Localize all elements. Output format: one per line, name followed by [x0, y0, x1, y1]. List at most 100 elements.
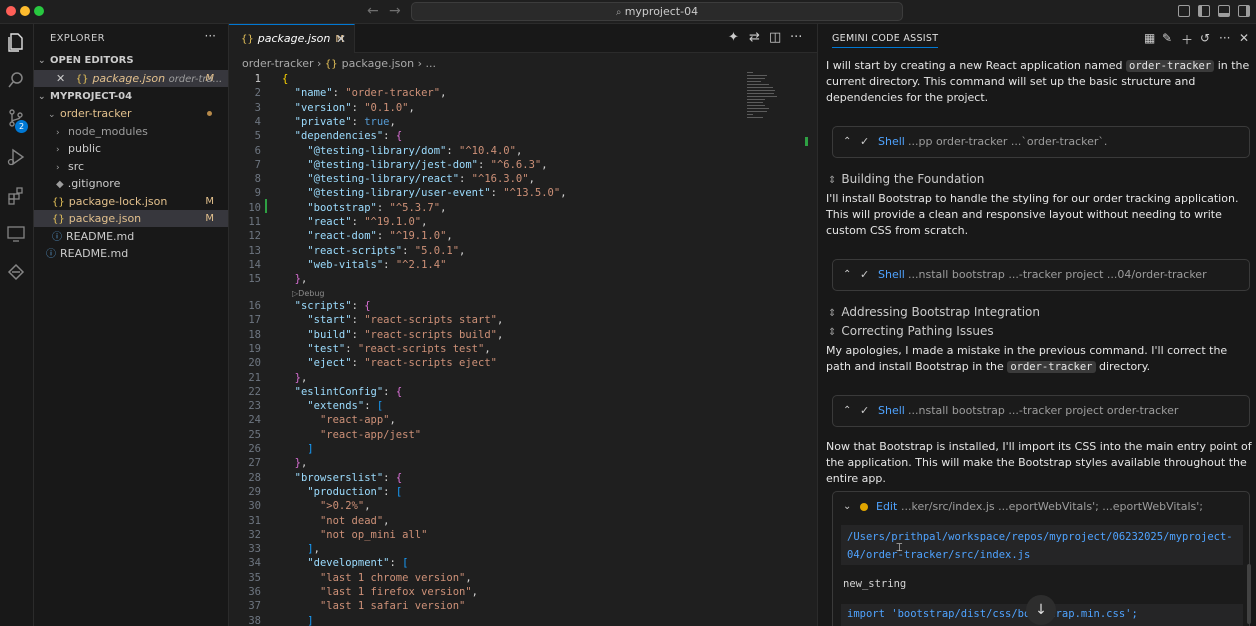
sparkle-icon[interactable]: ✦ — [728, 30, 739, 45]
gemini-code-assist-icon[interactable] — [5, 262, 27, 284]
run-debug-icon[interactable] — [5, 147, 27, 169]
tab-package-json[interactable]: {} package.json M ✕ — [229, 24, 355, 53]
code-line: "version": "0.1.0", — [294, 101, 415, 114]
thought-heading[interactable]: ⇕ Building the Foundation — [828, 172, 984, 186]
split-editor-icon[interactable]: ◫ — [769, 30, 781, 45]
remote-explorer-icon[interactable] — [5, 224, 27, 246]
explorer-icon[interactable] — [5, 32, 27, 54]
toggle-primary-sidebar-icon[interactable] — [1198, 5, 1210, 17]
breadcrumb: order-tracker › {} package.json › ... — [242, 54, 436, 74]
line-number: 31 — [248, 514, 261, 527]
history-icon[interactable]: ↺ — [1200, 31, 1210, 45]
line-number: 8 — [254, 173, 261, 186]
info-file-icon: ⓘ — [52, 232, 62, 243]
breadcrumb-more[interactable]: ... — [425, 57, 436, 70]
more-actions-icon[interactable]: ··· — [790, 30, 802, 45]
open-editors-header[interactable]: ⌄ OPEN EDITORS — [38, 55, 134, 66]
customize-layout-icon[interactable] — [1178, 5, 1190, 17]
shell-tool-call[interactable]: ⌃ ✓ Shell ...nstall bootstrap ...-tracke… — [832, 259, 1250, 291]
chevron-down-icon: ⌄ — [38, 56, 46, 66]
breadcrumb-file[interactable]: package.json — [342, 57, 414, 70]
expand-icon: ⇕ — [828, 175, 837, 186]
command-center-search[interactable]: ⌕ myproject-04 — [411, 2, 903, 21]
chat-icon[interactable]: ✎ — [1162, 31, 1172, 45]
line-number: 6 — [254, 144, 261, 157]
collapse-icon[interactable]: ⌄ — [843, 492, 851, 522]
file-readme-inner[interactable]: ⓘ README.md — [34, 228, 228, 245]
code-line: "browserslist": { — [294, 471, 403, 484]
edit-tool-header[interactable]: ⌄ Edit ...ker/src/index.js ...eportWebVi… — [833, 492, 1249, 522]
code-line: "web-vitals": "^2.1.4" — [307, 258, 447, 271]
folder-order-tracker[interactable]: ⌄ order-tracker — [34, 105, 228, 122]
line-number: 3 — [254, 101, 261, 114]
code-line: ] — [307, 614, 314, 626]
code-line: "not op_mini all" — [319, 528, 428, 541]
file-package-lock-json[interactable]: {} package-lock.json M — [34, 193, 228, 210]
panel-scrollbar[interactable] — [1247, 564, 1251, 624]
expand-icon[interactable]: ⌃ — [843, 260, 851, 290]
more-actions-icon[interactable]: ··· — [205, 29, 216, 43]
file-package-json[interactable]: {} package.json M — [34, 210, 228, 227]
close-tab-icon[interactable]: ✕ — [336, 25, 346, 53]
close-icon[interactable]: ✕ — [56, 72, 65, 85]
line-number: 2 — [254, 87, 261, 100]
close-icon[interactable]: ✕ — [1239, 31, 1249, 45]
maximize-window-button[interactable] — [34, 6, 44, 16]
shell-tool-call[interactable]: ⌃ ✓ Shell ...pp order-tracker ...`order-… — [832, 126, 1250, 158]
folder-public[interactable]: › public — [34, 140, 228, 157]
search-icon[interactable] — [5, 70, 27, 92]
layout-icon[interactable]: ▦ — [1144, 31, 1155, 45]
line-number: 27 — [248, 457, 261, 470]
check-icon: ✓ — [860, 268, 870, 281]
line-number: 30 — [248, 500, 261, 513]
search-icon: ⌕ — [615, 7, 625, 18]
open-editor-item[interactable]: ✕ {} package.json order-tra... M — [34, 70, 228, 87]
toggle-secondary-sidebar-icon[interactable] — [1238, 5, 1250, 17]
thought-heading[interactable]: ⇕ Addressing Bootstrap Integration — [828, 305, 1040, 319]
line-number: 38 — [248, 614, 261, 626]
line-number: 11 — [248, 216, 261, 228]
thought-heading[interactable]: ⇕ Correcting Pathing Issues — [828, 324, 994, 338]
more-actions-icon[interactable]: ··· — [1219, 31, 1230, 45]
code-line: "development": [ — [307, 557, 409, 570]
line-number: 33 — [248, 543, 261, 556]
code-line: ">0.2%", — [319, 500, 371, 513]
file-gitignore[interactable]: ◆ .gitignore — [34, 175, 228, 192]
folder-node-modules[interactable]: › node_modules — [34, 123, 228, 140]
line-number: 1 — [254, 73, 261, 85]
folder-src[interactable]: › src — [34, 158, 228, 175]
line-number: 15 — [248, 273, 261, 286]
json-file-icon: {} — [52, 197, 65, 208]
panel-title[interactable]: GEMINI CODE ASSIST — [832, 33, 939, 48]
file-readme-root[interactable]: ⓘ README.md — [34, 245, 228, 262]
chevron-right-icon: › — [56, 145, 60, 155]
inline-code: order-tracker — [1126, 60, 1215, 72]
debug-codelens[interactable]: ▷Debug — [292, 288, 324, 300]
minimize-window-button[interactable] — [20, 6, 30, 16]
shell-tool-call[interactable]: ⌃ ✓ Shell ...nstall bootstrap ...-tracke… — [832, 395, 1250, 427]
title-bar: ← → ⌕ myproject-04 — [0, 0, 1256, 24]
project-folder-header[interactable]: ⌄ MYPROJECT-04 — [38, 91, 132, 102]
code-line: "@testing-library/react": "^16.3.0", — [307, 173, 535, 186]
forward-arrow-icon[interactable]: → — [389, 3, 401, 19]
expand-icon[interactable]: ⌃ — [843, 396, 851, 426]
assistant-message: I will start by creating a new React app… — [826, 59, 1250, 104]
back-arrow-icon[interactable]: ← — [367, 3, 379, 19]
close-window-button[interactable] — [6, 6, 16, 16]
minimap[interactable] — [747, 72, 777, 122]
modified-dot — [207, 111, 212, 116]
open-changes-icon[interactable]: ⇄ — [749, 30, 760, 45]
expand-icon: ⇕ — [828, 308, 837, 319]
mouse-cursor-icon: ⌶ — [896, 541, 903, 554]
breadcrumb-folder[interactable]: order-tracker — [242, 57, 314, 70]
toggle-panel-icon[interactable] — [1218, 5, 1230, 17]
code-line: "test": "react-scripts test", — [307, 342, 491, 355]
expand-icon[interactable]: ⌃ — [843, 127, 851, 157]
line-number: 25 — [248, 428, 261, 441]
line-number: 21 — [248, 371, 261, 384]
extensions-icon[interactable] — [5, 186, 27, 208]
code-line: "@testing-library/dom": "^10.4.0", — [307, 144, 523, 157]
new-chat-icon[interactable]: ＋ — [1181, 31, 1193, 48]
scroll-to-bottom-button[interactable]: ↓ — [1026, 595, 1056, 625]
line-number: 7 — [254, 158, 261, 171]
